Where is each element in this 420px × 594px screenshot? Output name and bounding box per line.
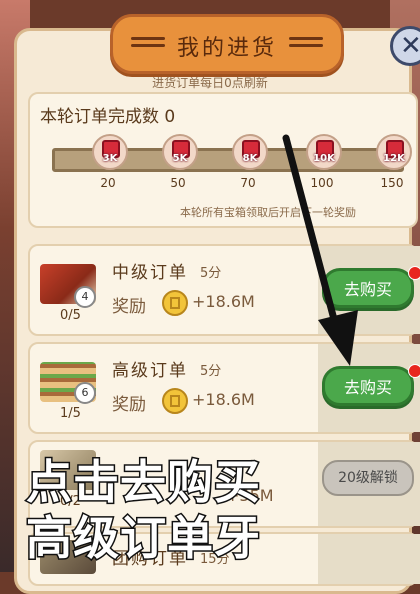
caption-line-2: 高级订单牙 <box>25 510 262 567</box>
